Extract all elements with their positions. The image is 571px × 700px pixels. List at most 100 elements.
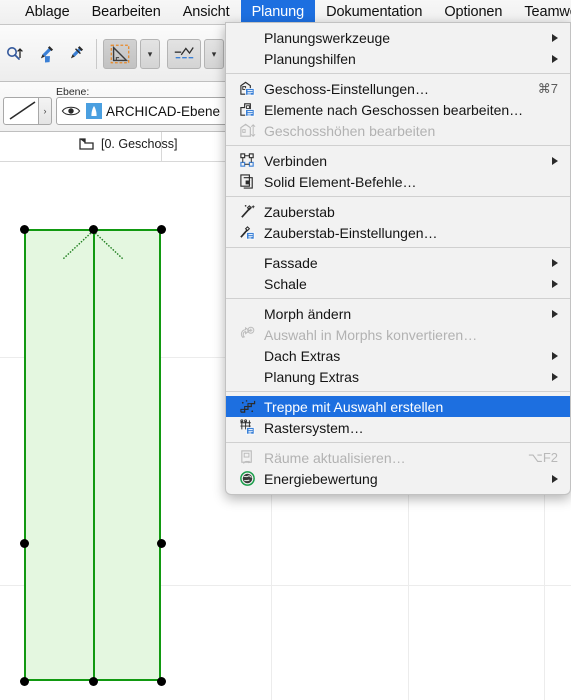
- menu-item-schale[interactable]: Schale: [226, 273, 570, 294]
- menu-item-label: Schale: [264, 275, 307, 292]
- elevation-tool-caret[interactable]: ▾: [204, 39, 224, 69]
- syringe-icon[interactable]: [60, 38, 90, 70]
- angle-tool-caret[interactable]: ▾: [140, 39, 160, 69]
- menu-item-label: Verbinden: [264, 152, 328, 169]
- stair-from-selection-icon: [239, 398, 261, 416]
- submenu-arrow-icon: [552, 474, 558, 483]
- story-height-icon: [239, 122, 261, 140]
- menu-separator: [226, 73, 570, 74]
- menu-item-dach-extras[interactable]: Dach Extras: [226, 345, 570, 366]
- menu-separator: [226, 298, 570, 299]
- solid-element-icon: [239, 173, 261, 191]
- info-box-bar: Ebene: › ARCHICAD-Ebene ›: [0, 82, 240, 132]
- menu-item-label: Planungshilfen: [264, 50, 356, 67]
- selection-node-handle[interactable]: [88, 676, 98, 686]
- eyedropper-icon[interactable]: [30, 38, 60, 70]
- menu-item-label: Auswahl in Morphs konvertieren…: [264, 326, 478, 343]
- update-zones-icon: [239, 449, 261, 467]
- selection-node-handle[interactable]: [156, 538, 166, 548]
- menu-item-räume-aktualisieren: Räume aktualisieren… ⌥F2: [226, 447, 570, 468]
- selection-node-handle[interactable]: [156, 224, 166, 234]
- menu-separator: [226, 247, 570, 248]
- menubar-item-optionen[interactable]: Optionen: [433, 0, 513, 24]
- elevation-tool-button[interactable]: [167, 39, 201, 69]
- convert-to-morph-icon: [239, 326, 261, 344]
- submenu-arrow-icon: [552, 258, 558, 267]
- menu-item-label: Planung Extras: [264, 368, 359, 385]
- selection-node-handle[interactable]: [19, 538, 29, 548]
- menu-item-label: Solid Element-Befehle…: [264, 173, 417, 190]
- menu-item-auswahl-in-morphs-konvertieren: Auswahl in Morphs konvertieren…: [226, 324, 570, 345]
- menu-item-elemente-nach-geschossen-bearbeiten[interactable]: Elemente nach Geschossen bearbeiten…: [226, 99, 570, 120]
- menu-item-label: Elemente nach Geschossen bearbeiten…: [264, 101, 524, 118]
- eye-icon[interactable]: [61, 104, 81, 118]
- menu-item-treppe-mit-auswahl-erstellen[interactable]: Treppe mit Auswahl erstellen: [226, 396, 570, 417]
- submenu-arrow-icon: [552, 372, 558, 381]
- story-settings-icon: [239, 80, 261, 98]
- menu-item-geschoss-einstellungen[interactable]: Geschoss-Einstellungen… ⌘7: [226, 78, 570, 99]
- menubar-item-ansicht[interactable]: Ansicht: [172, 0, 241, 24]
- toolbar-divider: [96, 39, 97, 69]
- menu-item-label: Morph ändern: [264, 305, 352, 322]
- magnifier-arrow-icon[interactable]: [0, 38, 30, 70]
- angle-tool-button[interactable]: [103, 39, 137, 69]
- connect-icon: [239, 152, 261, 170]
- menu-item-label: Geschosshöhen bearbeiten: [264, 122, 436, 139]
- planung-dropdown-menu[interactable]: Planungswerkzeuge Planungshilfen Geschoss-…: [225, 22, 571, 495]
- menu-item-shortcut: ⌘7: [537, 80, 558, 96]
- story-tab-bar: [0. Geschoss]: [0, 132, 240, 162]
- menu-item-planungswerkzeuge[interactable]: Planungswerkzeuge: [226, 27, 570, 48]
- menu-item-solid-element-befehle[interactable]: Solid Element-Befehle…: [226, 171, 570, 192]
- menubar-item-planung[interactable]: Planung: [240, 0, 316, 24]
- menu-separator: [226, 196, 570, 197]
- magic-wand-settings-icon: [239, 224, 261, 242]
- menu-item-zauberstab-einstellungen[interactable]: Zauberstab-Einstellungen…: [226, 222, 570, 243]
- energy-evaluation-icon: [239, 470, 261, 488]
- menu-item-planung-extras[interactable]: Planung Extras: [226, 366, 570, 387]
- app-window: Ablage Bearbeiten Ansicht Planung Dokumentat…: [0, 0, 571, 700]
- menu-item-label: Geschoss-Einstellungen…: [264, 80, 429, 97]
- shape-center-line: [93, 229, 95, 681]
- selection-node-handle[interactable]: [19, 676, 29, 686]
- menu-item-zauberstab[interactable]: Zauberstab: [226, 201, 570, 222]
- menu-separator: [226, 145, 570, 146]
- submenu-arrow-icon: [552, 54, 558, 63]
- menu-separator: [226, 442, 570, 443]
- menu-item-planungshilfen[interactable]: Planungshilfen: [226, 48, 570, 69]
- selection-node-handle[interactable]: [88, 224, 98, 234]
- tool-options-toolbar: ▾ ▾ XY ▾: [0, 25, 240, 82]
- submenu-arrow-icon: [552, 279, 558, 288]
- menu-item-rastersystem[interactable]: Rastersystem…: [226, 417, 570, 438]
- story-tab-label: [0. Geschoss]: [101, 137, 178, 151]
- menubar-item-bearbeiten[interactable]: Bearbeiten: [81, 0, 172, 24]
- layer-name: ARCHICAD-Ebene: [106, 103, 221, 119]
- menubar-item-dokumentation[interactable]: Dokumentation: [315, 0, 433, 24]
- menu-item-verbinden[interactable]: Verbinden: [226, 150, 570, 171]
- menu-item-label: Planungswerkzeuge: [264, 29, 391, 46]
- selection-node-handle[interactable]: [156, 676, 166, 686]
- menu-item-label: Zauberstab-Einstellungen…: [264, 224, 438, 241]
- submenu-arrow-icon: [552, 309, 558, 318]
- menu-item-label: Zauberstab: [264, 203, 335, 220]
- submenu-arrow-icon: [552, 33, 558, 42]
- menu-item-shortcut: ⌥F2: [527, 449, 558, 465]
- story-icon: [78, 136, 96, 152]
- selection-node-handle[interactable]: [19, 224, 29, 234]
- submenu-arrow-icon: [552, 351, 558, 360]
- menu-item-label: Rastersystem…: [264, 419, 364, 436]
- layer-swatch-icon: [86, 103, 102, 119]
- story-tab[interactable]: [0. Geschoss]: [78, 136, 177, 152]
- menu-item-fassade[interactable]: Fassade: [226, 252, 570, 273]
- menubar-item-ablage[interactable]: Ablage: [14, 0, 81, 24]
- line-preview-box[interactable]: [3, 97, 43, 125]
- menu-item-label: Energiebewertung: [264, 470, 378, 487]
- magic-wand-icon: [239, 203, 261, 221]
- line-preview-caret[interactable]: ›: [38, 97, 52, 125]
- layer-selector[interactable]: ARCHICAD-Ebene ›: [56, 97, 236, 125]
- menubar-item-teamwork[interactable]: Teamwork: [513, 0, 571, 24]
- menu-item-label: Fassade: [264, 254, 318, 271]
- menu-item-morph-ändern[interactable]: Morph ändern: [226, 303, 570, 324]
- menu-item-label: Dach Extras: [264, 347, 341, 364]
- menu-item-energiebewertung[interactable]: Energiebewertung: [226, 468, 570, 489]
- grid-system-icon: [239, 419, 261, 437]
